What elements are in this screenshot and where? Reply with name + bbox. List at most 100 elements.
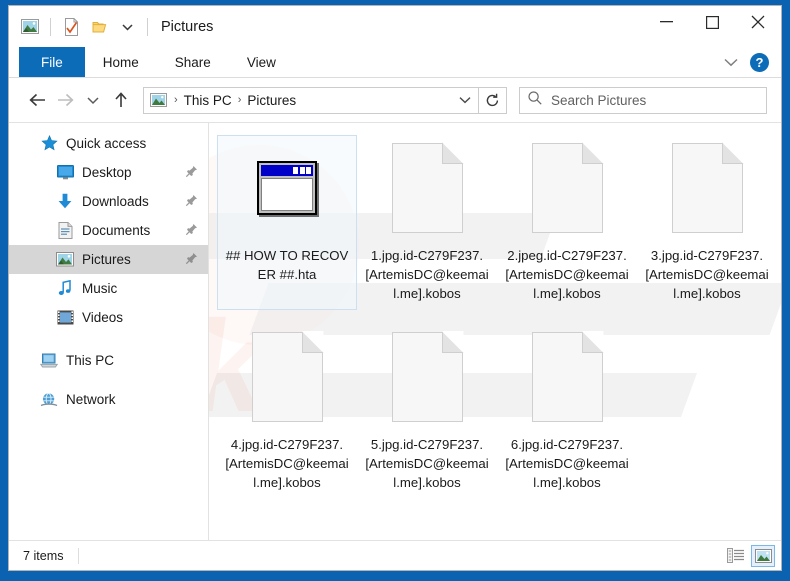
view-toggle-group (724, 544, 775, 567)
file-item[interactable]: 3.jpg.id-C279F237.[ArtemisDC@keemail.me]… (637, 135, 777, 310)
large-icons-view-button[interactable] (751, 544, 775, 567)
main-area: risk Quick access (9, 122, 781, 540)
navigation-pane: Quick access Desktop Downloads Documents… (9, 123, 209, 540)
blank-document-icon (239, 329, 335, 425)
file-list-view[interactable]: ## HOW TO RECOVER ##.hta 1.jpg.id-C279F2… (209, 123, 781, 540)
help-button[interactable]: ? (750, 53, 769, 72)
sidebar-label-pictures: Pictures (82, 252, 131, 267)
file-item[interactable]: 4.jpg.id-C279F237.[ArtemisDC@keemail.me]… (217, 324, 357, 499)
sidebar-item-downloads[interactable]: Downloads (9, 187, 208, 216)
picture-icon (55, 250, 75, 270)
breadcrumb-separator-0: › (174, 94, 178, 106)
file-item[interactable]: 2.jpeg.id-C279F237.[ArtemisDC@keemail.me… (497, 135, 637, 310)
tab-view[interactable]: View (229, 47, 294, 77)
search-input[interactable]: Search Pictures (519, 86, 767, 114)
network-icon (39, 390, 59, 410)
sidebar-label-downloads: Downloads (82, 194, 149, 209)
hta-window-icon (239, 140, 335, 236)
breadcrumb-pictures[interactable]: Pictures (243, 93, 300, 108)
sidebar-item-documents[interactable]: Documents (9, 216, 208, 245)
minimize-button[interactable] (643, 6, 689, 38)
sidebar-item-this-pc[interactable]: This PC (9, 346, 208, 375)
desktop-icon (55, 163, 75, 183)
sidebar-label-this-pc: This PC (66, 353, 115, 368)
breadcrumb-this-pc[interactable]: This PC (180, 93, 236, 108)
status-bar: 7 items (9, 540, 781, 570)
star-icon (39, 134, 59, 154)
explorer-window: Pictures File Home Share View ? › This P… (8, 5, 782, 571)
file-name: 2.jpeg.id-C279F237.[ArtemisDC@keemail.me… (505, 248, 629, 301)
breadcrumb[interactable]: › This PC › Pictures (143, 86, 479, 114)
file-name: 4.jpg.id-C279F237.[ArtemisDC@keemail.me]… (225, 437, 349, 490)
toolbar-divider-2 (147, 17, 148, 36)
sidebar-label-desktop: Desktop (82, 165, 132, 180)
computer-icon (39, 351, 59, 371)
tab-file[interactable]: File (19, 47, 85, 77)
search-placeholder: Search Pictures (551, 92, 647, 108)
maximize-button[interactable] (689, 6, 735, 38)
tab-share[interactable]: Share (157, 47, 229, 77)
pin-icon-documents[interactable] (185, 223, 198, 239)
title-bar: Pictures (9, 6, 781, 47)
status-divider (77, 547, 79, 564)
back-button[interactable] (23, 86, 51, 114)
tab-home[interactable]: Home (85, 47, 157, 77)
sidebar-label-network: Network (66, 392, 116, 407)
sidebar-item-network[interactable]: Network (9, 385, 208, 414)
sidebar-label-documents: Documents (82, 223, 151, 238)
file-name: 5.jpg.id-C279F237.[ArtemisDC@keemail.me]… (365, 437, 489, 490)
toolbar-divider (50, 17, 51, 36)
search-icon (528, 90, 542, 110)
picture-icon[interactable] (17, 15, 43, 39)
blank-document-icon (519, 140, 615, 236)
video-icon (55, 308, 75, 328)
blank-document-icon (659, 140, 755, 236)
file-name: 6.jpg.id-C279F237.[ArtemisDC@keemail.me]… (505, 437, 629, 490)
breadcrumb-dropdown-icon[interactable] (459, 91, 471, 109)
sidebar-item-pictures[interactable]: Pictures (9, 245, 208, 274)
pin-icon-desktop[interactable] (185, 165, 198, 181)
pin-icon-downloads[interactable] (185, 194, 198, 210)
forward-button[interactable] (51, 86, 79, 114)
item-count: 7 items (23, 548, 64, 563)
file-item[interactable]: ## HOW TO RECOVER ##.hta (217, 135, 357, 310)
ribbon-right-controls: ? (718, 47, 775, 78)
file-grid: ## HOW TO RECOVER ##.hta 1.jpg.id-C279F2… (217, 135, 777, 513)
details-view-button[interactable] (724, 545, 748, 567)
sidebar-item-music[interactable]: Music (9, 274, 208, 303)
sidebar-label-quick-access: Quick access (66, 136, 147, 151)
up-button[interactable] (107, 86, 135, 114)
close-button[interactable] (735, 6, 781, 38)
music-icon (55, 279, 75, 299)
file-name: 3.jpg.id-C279F237.[ArtemisDC@keemail.me]… (645, 248, 769, 301)
pin-icon-pictures[interactable] (185, 252, 198, 268)
window-title: Pictures (161, 18, 214, 35)
sidebar-item-desktop[interactable]: Desktop (9, 158, 208, 187)
ribbon-tab-bar: File Home Share View ? (9, 47, 781, 78)
recent-locations-button[interactable] (79, 86, 107, 114)
picture-folder-icon (150, 92, 168, 108)
refresh-button[interactable] (479, 86, 507, 114)
document-icon (55, 221, 75, 241)
sidebar-item-videos[interactable]: Videos (9, 303, 208, 332)
expand-ribbon-chevron-icon[interactable] (718, 50, 744, 76)
blank-document-icon (519, 329, 615, 425)
quick-access-toolbar (9, 15, 153, 39)
blank-document-icon (379, 140, 475, 236)
file-name: 1.jpg.id-C279F237.[ArtemisDC@keemail.me]… (365, 248, 489, 301)
sidebar-label-videos: Videos (82, 310, 124, 325)
properties-icon[interactable] (58, 15, 84, 39)
file-item[interactable]: 5.jpg.id-C279F237.[ArtemisDC@keemail.me]… (357, 324, 497, 499)
new-folder-icon[interactable] (86, 15, 112, 39)
blank-document-icon (379, 329, 475, 425)
sidebar-label-music: Music (82, 281, 118, 296)
file-item[interactable]: 1.jpg.id-C279F237.[ArtemisDC@keemail.me]… (357, 135, 497, 310)
customize-toolbar-chevron-icon[interactable] (114, 15, 140, 39)
address-bar: › This PC › Pictures Search Pictures (9, 78, 781, 122)
file-name: ## HOW TO RECOVER ##.hta (225, 248, 349, 282)
sidebar-item-quick-access[interactable]: Quick access (9, 129, 208, 158)
file-item[interactable]: 6.jpg.id-C279F237.[ArtemisDC@keemail.me]… (497, 324, 637, 499)
window-controls (643, 6, 781, 38)
download-icon (55, 192, 75, 212)
breadcrumb-separator-1: › (237, 94, 242, 106)
